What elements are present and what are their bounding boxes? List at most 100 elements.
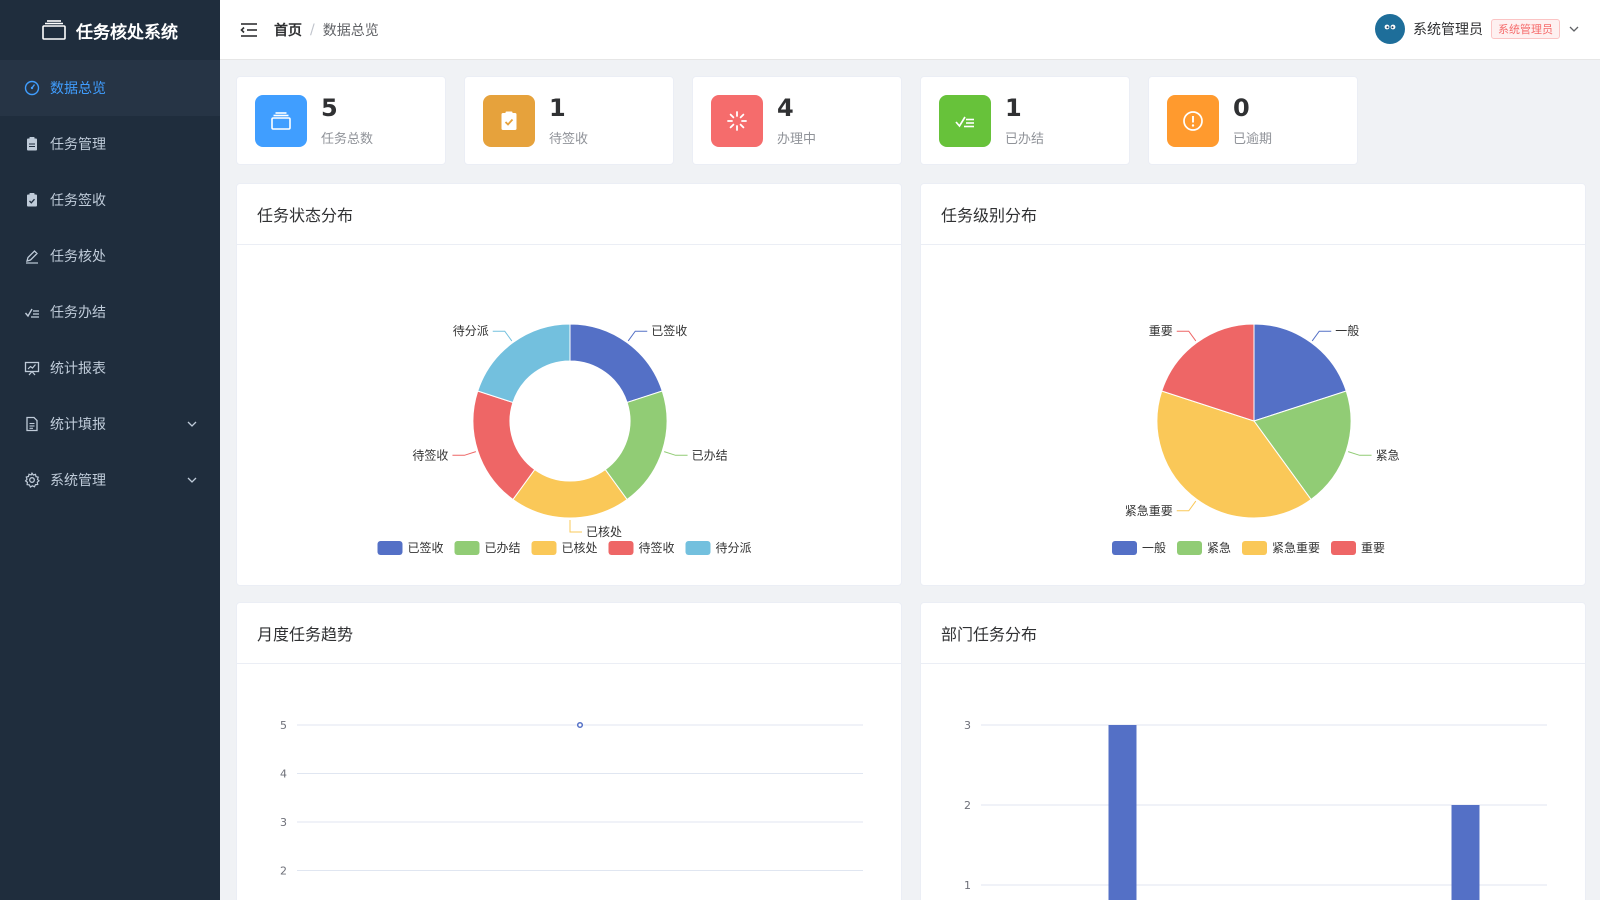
legend-label: 已办结 (485, 540, 521, 555)
chevron-down-icon (187, 421, 197, 427)
panel-title: 月度任务趋势 (237, 603, 901, 664)
chevron-down-icon[interactable] (1568, 23, 1580, 35)
stat-label: 待签收 (549, 132, 589, 147)
sidebar-item-label: 任务核处 (50, 249, 106, 265)
sidebar-item-label: 统计报表 (50, 361, 106, 377)
stat-label: 已办结 (1005, 132, 1045, 147)
avatar[interactable] (1375, 14, 1405, 44)
stat-card[interactable]: 1 待签收 (464, 76, 674, 165)
slice-label: 一般 (1335, 323, 1359, 338)
sidebar-item-label: 系统管理 (50, 473, 106, 489)
sidebar-item-label: 任务签收 (50, 193, 106, 209)
legend-label: 待签收 (639, 540, 675, 555)
pie-slice (569, 323, 663, 404)
legend-label: 待分派 (716, 541, 752, 555)
user-menu[interactable]: 系统管理员 系统管理员 (1375, 14, 1580, 44)
label-line (1176, 500, 1197, 512)
checklist-icon (939, 94, 991, 147)
panel-title: 任务级别分布 (921, 184, 1585, 245)
bar (1451, 805, 1480, 900)
checklist-icon (24, 304, 40, 320)
edit-pen-icon (24, 248, 40, 264)
app-logo: 任务核处系统 (0, 0, 220, 60)
legend-swatch (685, 541, 711, 555)
y-tick-label: 1 (964, 879, 971, 892)
level-pie-chart: 一般紧急紧急重要重要一般 紧急 紧急重要 重要 (1112, 323, 1400, 555)
layers-icon (42, 20, 66, 40)
label-line (492, 330, 513, 342)
status-pie-chart: 已签收已办结已核处待签收待分派已签收 已办结 已核处 待签收 待分派 (377, 323, 752, 555)
line-point (576, 721, 584, 729)
legend-swatch (377, 541, 403, 555)
sidebar-item-4[interactable]: 任务办结 (0, 284, 220, 340)
stat-value: 5 (321, 94, 338, 122)
stat-card[interactable]: 1 已办结 (920, 76, 1130, 165)
legend-swatch (608, 541, 634, 555)
slice-label: 待签收 (412, 447, 448, 462)
gear-icon (24, 472, 40, 488)
sidebar-item-label: 任务办结 (50, 305, 106, 321)
label-line (452, 451, 476, 456)
document-icon (24, 416, 40, 432)
presentation-chart-icon (24, 360, 40, 376)
sidebar-item-2[interactable]: 任务签收 (0, 172, 220, 228)
y-tick-label: 2 (964, 799, 971, 812)
loading-icon (711, 94, 763, 147)
monthly-line-chart: 2 3 4 5 (280, 719, 863, 878)
level-chart-panel: 任务级别分布 一般 紧急 紧急重要 重要 一般 紧急 紧急重要 重要 (920, 183, 1586, 586)
stat-label: 任务总数 (321, 132, 374, 147)
legend-label: 一般 (1142, 540, 1166, 555)
sidebar-item-6[interactable]: 统计填报 (0, 396, 220, 452)
slice-label: 紧急 (1376, 447, 1400, 462)
stat-label: 办理中 (777, 132, 817, 147)
legend-swatch (1331, 541, 1356, 555)
label-line (664, 451, 688, 456)
legend-label: 已签收 (408, 540, 444, 555)
sidebar: 任务核处系统 数据总览 任务管理任务签收任务核处任务办结统计报表统计填报系统管理 (0, 0, 220, 900)
status-chart-panel: 任务状态分布 已签收 已办结 已核处 待签收 待分派 已签收 已办结 已核处 待签收 待分派 (236, 183, 902, 586)
breadcrumb-current: 数据总览 (322, 22, 379, 39)
legend-label: 已核处 (562, 541, 598, 555)
stat-card[interactable]: 0 已逾期 (1148, 76, 1358, 165)
sidebar-item-7[interactable]: 系统管理 (0, 452, 220, 508)
menu-fold-icon[interactable] (240, 22, 258, 38)
sidebar-item-3[interactable]: 任务核处 (0, 228, 220, 284)
user-avatar-icon (1384, 24, 1396, 30)
bar (1108, 725, 1137, 900)
legend-label: 紧急 (1207, 540, 1231, 555)
slice-label: 已办结 (692, 447, 728, 462)
sidebar-item-0[interactable]: 数据总览 (0, 60, 220, 116)
sidebar-item-label: 统计填报 (50, 417, 106, 433)
stat-card[interactable]: 5 任务总数 (236, 76, 446, 165)
sidebar-item-1[interactable]: 任务管理 (0, 116, 220, 172)
y-tick-label: 5 (280, 719, 287, 732)
label-line (569, 520, 582, 533)
y-tick-label: 2 (280, 865, 287, 878)
warning-icon (1167, 94, 1219, 147)
label-line (1348, 451, 1372, 456)
chevron-down-icon (187, 477, 197, 483)
stat-label: 已逾期 (1233, 132, 1273, 147)
monthly-chart-panel: 月度任务趋势 2 3 4 5 (236, 602, 902, 900)
stat-value: 1 (549, 94, 566, 122)
y-tick-label: 4 (280, 768, 287, 781)
breadcrumb-home[interactable]: 首页 (274, 20, 302, 40)
pie-slice (477, 323, 571, 404)
sidebar-item-5[interactable]: 统计报表 (0, 340, 220, 396)
slice-label: 已核处 (586, 525, 622, 539)
top-header: 首页 / 数据总览 系统管理员 系统管理员 (220, 0, 1600, 60)
legend-swatch (1242, 541, 1267, 555)
stat-value: 1 (1005, 94, 1022, 122)
clipboard-icon (24, 136, 40, 152)
slice-label: 紧急重要 (1125, 503, 1173, 518)
breadcrumb: 首页 / 数据总览 (274, 20, 379, 40)
y-tick-label: 3 (280, 816, 287, 829)
label-line (627, 330, 648, 342)
legend-label: 紧急重要 (1272, 540, 1320, 555)
slice-label: 待分派 (453, 324, 489, 338)
stat-card[interactable]: 4 办理中 (692, 76, 902, 165)
panel-title: 部门任务分布 (921, 603, 1585, 664)
label-line (1176, 330, 1197, 342)
panel-title: 任务状态分布 (237, 184, 901, 245)
dept-bar-chart: 1 2 3 (964, 719, 1547, 900)
